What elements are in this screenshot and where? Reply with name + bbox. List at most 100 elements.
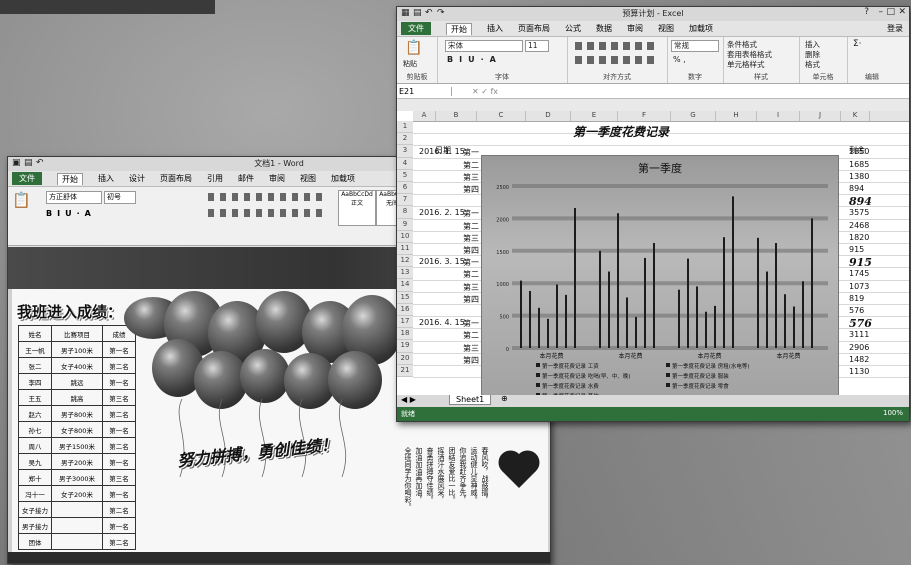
row-header[interactable]: 1 (397, 121, 413, 134)
align-tools-2[interactable] (575, 56, 655, 64)
excel-title-bar: ▦ ▤ ↶ ↷ 预算计划 - Excel ? – □ ✕ (397, 7, 909, 21)
menu-tab[interactable]: 数据 (596, 23, 612, 34)
row-header[interactable]: 2 (397, 133, 413, 146)
column-header[interactable]: E (571, 111, 618, 121)
font-size-box[interactable]: 11 (525, 40, 549, 52)
row-header[interactable]: 19 (397, 340, 413, 353)
name-box[interactable]: E21 (397, 86, 452, 96)
row-header[interactable]: 12 (397, 255, 413, 268)
table-cell: 第二名 (102, 405, 136, 422)
menu-tab[interactable]: 页面布局 (518, 23, 550, 34)
excel-window[interactable]: ▦ ▤ ↶ ↷ 预算计划 - Excel ? – □ ✕ 文件 开始 插入 页面布局 公… (396, 6, 910, 422)
menu-tab[interactable]: 视图 (658, 23, 674, 34)
row-header[interactable]: 16 (397, 304, 413, 316)
menu-tab[interactable]: 文件 (12, 172, 42, 185)
font-size-box[interactable]: 初号 (104, 191, 136, 204)
column-header[interactable]: A (413, 111, 436, 121)
menu-tab[interactable]: 开始 (446, 22, 472, 35)
table-cell: 男子3000米 (51, 469, 103, 486)
sheet-tab-bar: ◀ ▶ Sheet1 ⊕ (397, 394, 909, 407)
row-header[interactable]: 4 (397, 158, 413, 170)
table-cell: 李四 (18, 373, 52, 390)
percent-icon[interactable]: % , (673, 55, 686, 64)
column-header[interactable]: H (716, 111, 757, 121)
row-header[interactable]: 10 (397, 231, 413, 243)
align-tools[interactable] (575, 42, 655, 50)
row-header[interactable]: 13 (397, 267, 413, 280)
tab-nav-icon[interactable]: ◀ ▶ (401, 395, 416, 404)
row-header[interactable]: 15 (397, 292, 413, 304)
paste-icon[interactable]: 📋 (405, 40, 422, 56)
menu-tab[interactable]: 公式 (565, 23, 581, 34)
font-name-box[interactable]: 方正舒体 (46, 191, 102, 204)
zoom-level[interactable]: 100% (883, 409, 903, 417)
row-header[interactable]: 14 (397, 279, 413, 292)
spending-chart[interactable]: 第一季度 0 500 1000 1500 2000 2500 本月花费 本月花费 本月花费 本月花费… (481, 155, 839, 401)
format-buttons[interactable]: BIU·A (46, 209, 96, 218)
maximize-icon[interactable]: □ (886, 7, 895, 17)
column-header[interactable]: C (477, 111, 526, 121)
table-row: 王五 跳高 第三名 (18, 389, 136, 406)
sheet-tab[interactable]: Sheet1 (449, 395, 492, 405)
row-header[interactable]: 20 (397, 353, 413, 365)
menu-tab[interactable]: 加载项 (331, 173, 355, 184)
column-header[interactable]: I (757, 111, 800, 121)
font-name-box[interactable]: 宋体 (445, 40, 523, 52)
formula-input[interactable] (504, 86, 909, 96)
chart-bar (793, 306, 795, 348)
legend-swatch (536, 383, 540, 387)
row-header[interactable]: 21 (397, 365, 413, 377)
paragraph-tools[interactable] (208, 193, 328, 201)
menu-tab[interactable]: 引用 (207, 173, 223, 184)
poem-line: 挥洒汗水展风采， (437, 447, 445, 503)
cell-style-button[interactable]: 单元格样式 (727, 59, 765, 70)
menu-tab[interactable]: 开始 (57, 172, 83, 185)
week-cell: 第三 (463, 233, 479, 243)
column-header[interactable]: D (526, 111, 571, 121)
row-header[interactable]: 7 (397, 194, 413, 207)
sum-icon[interactable]: Σ· (853, 39, 862, 49)
minimize-icon[interactable]: – (879, 7, 884, 17)
column-header[interactable]: B (436, 111, 477, 121)
add-sheet-icon[interactable]: ⊕ (501, 394, 508, 403)
menu-tab[interactable]: 视图 (300, 173, 316, 184)
fx-icon[interactable]: ✕ ✓ fx (452, 87, 498, 96)
row-header[interactable]: 3 (397, 145, 413, 158)
chart-bar (626, 297, 628, 348)
menu-tab[interactable]: 设计 (129, 173, 145, 184)
paragraph-tools-2[interactable] (208, 209, 328, 217)
menu-tab[interactable]: 邮件 (238, 173, 254, 184)
column-header[interactable]: K (841, 111, 870, 121)
paste-label[interactable]: 粘贴 (403, 59, 417, 69)
chart-bar (678, 289, 680, 348)
row-header[interactable]: 18 (397, 328, 413, 341)
login-link[interactable]: 登录 (887, 23, 903, 34)
row-header[interactable]: 9 (397, 219, 413, 231)
style-normal[interactable]: AaBbCcDd 正文 (338, 190, 376, 226)
menu-tab[interactable]: 审阅 (627, 23, 643, 34)
row-header[interactable]: 5 (397, 170, 413, 182)
menu-tab[interactable]: 文件 (401, 22, 431, 35)
number-format-box[interactable]: 常规 (671, 40, 719, 52)
help-icon[interactable]: ? (864, 7, 869, 17)
menu-tab[interactable]: 审阅 (269, 173, 285, 184)
row-header[interactable]: 6 (397, 182, 413, 195)
worksheet-grid[interactable]: ABCDEFGHIJK 1 2 3 4 5 6 7 8 9 10 11 12 13 14 15 16 17 18 1… (397, 111, 909, 401)
menu-tab[interactable]: 插入 (487, 23, 503, 34)
paste-icon[interactable]: 📋 (12, 191, 31, 209)
row-header[interactable]: 11 (397, 243, 413, 256)
menu-tab[interactable]: 插入 (98, 173, 114, 184)
table-row: 女子接力 第二名 (18, 501, 136, 518)
row-header[interactable]: 8 (397, 206, 413, 219)
close-icon[interactable]: ✕ (898, 7, 906, 17)
format-button[interactable]: 格式 (805, 59, 820, 70)
column-header[interactable]: J (800, 111, 841, 121)
menu-tab[interactable]: 加载项 (689, 23, 713, 34)
column-header[interactable]: G (671, 111, 716, 121)
row-header[interactable]: 17 (397, 316, 413, 329)
excel-ribbon: 📋 粘贴 剪贴板 宋体 11 BIU·A 字体 对齐方式 常规 % , 数字 条… (397, 37, 909, 84)
column-header[interactable]: F (618, 111, 671, 121)
balance-cell: 819 (849, 293, 865, 303)
format-buttons[interactable]: BIU·A (447, 55, 502, 64)
menu-tab[interactable]: 页面布局 (160, 173, 192, 184)
